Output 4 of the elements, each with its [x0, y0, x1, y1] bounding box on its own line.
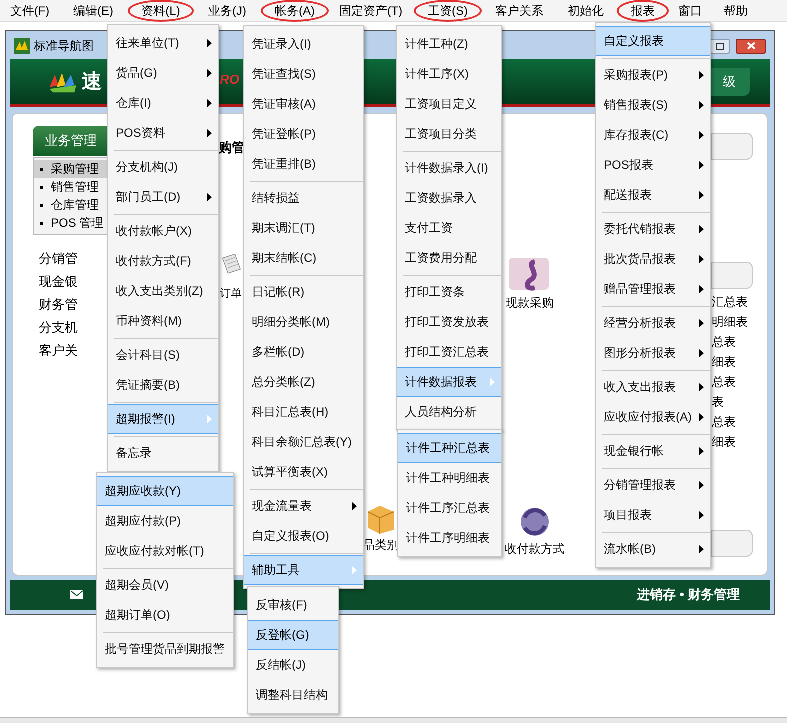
window-title: 标准导航图 [34, 38, 94, 55]
footer-text: 进销存 • 财务管理 [637, 586, 740, 604]
logo-tag: RO [220, 70, 240, 90]
logo-text: 速 [82, 70, 102, 94]
